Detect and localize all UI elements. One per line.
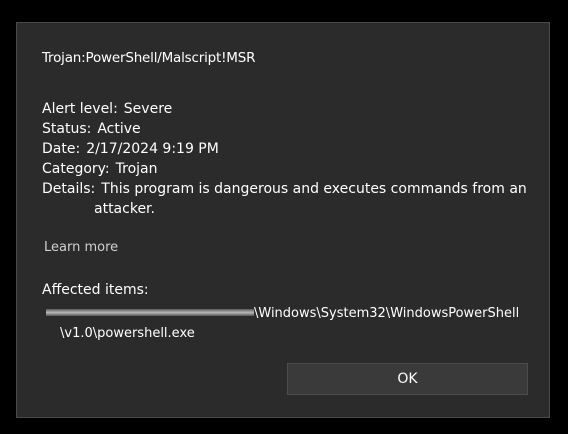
- threat-details: Alert level: Severe Status: Active Date:…: [42, 99, 527, 219]
- category-row: Category: Trojan: [42, 159, 512, 179]
- affected-path-line2: \v1.0\powershell.exe: [60, 326, 195, 341]
- ok-button[interactable]: OK: [287, 363, 528, 395]
- status-label: Status:: [42, 121, 92, 137]
- status-row: Status: Active: [42, 119, 512, 139]
- date-label: Date:: [42, 141, 81, 157]
- status-value: Active: [97, 121, 141, 137]
- alert-level-value: Severe: [123, 101, 173, 117]
- alert-level-row: Alert level: Severe: [42, 99, 512, 119]
- details-row: Details: This program is dangerous and e…: [42, 179, 527, 199]
- threat-details-dialog: Trojan:PowerShell/Malscript!MSR Alert le…: [16, 22, 550, 418]
- alert-level-label: Alert level:: [42, 101, 118, 117]
- category-value: Trojan: [115, 161, 158, 177]
- affected-items-title: Affected items:: [42, 282, 149, 298]
- affected-path-line1: \Windows\System32\WindowsPowerShell: [46, 304, 526, 324]
- learn-more-link[interactable]: Learn more: [44, 240, 118, 255]
- affected-item-path: \Windows\System32\WindowsPowerShell \v1.…: [46, 304, 526, 344]
- details-value-continued: attacker.: [94, 201, 155, 217]
- category-label: Category:: [42, 161, 110, 177]
- redacted-path-segment: [46, 308, 254, 316]
- date-value: 2/17/2024 9:19 PM: [86, 141, 219, 157]
- threat-name: Trojan:PowerShell/Malscript!MSR: [42, 50, 256, 66]
- details-value: This program is dangerous and executes c…: [101, 181, 527, 197]
- details-label: Details:: [42, 181, 96, 197]
- affected-path-text: \Windows\System32\WindowsPowerShell: [254, 306, 520, 321]
- date-row: Date: 2/17/2024 9:19 PM: [42, 139, 512, 159]
